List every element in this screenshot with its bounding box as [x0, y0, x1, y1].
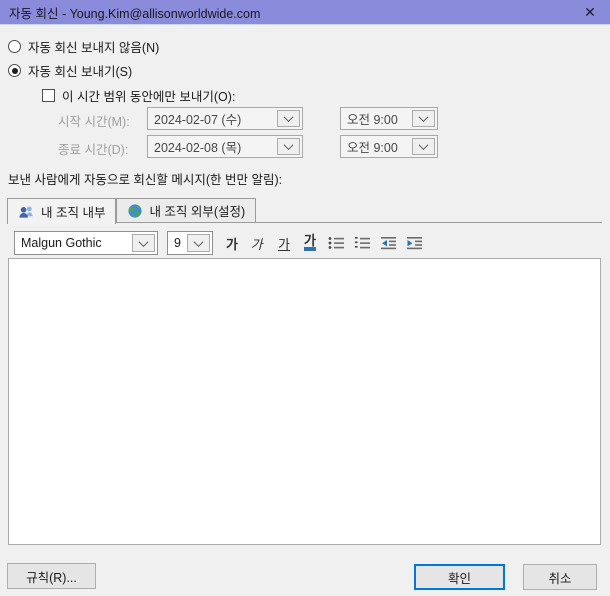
chevron-down-icon[interactable]	[132, 234, 155, 252]
radio-option-no-reply[interactable]: 자동 회신 보내지 않음(N)	[8, 39, 160, 55]
checkbox-time-range-label: 이 시간 범위 동안에만 보내기(O):	[62, 90, 236, 104]
radio-unchecked-icon[interactable]	[8, 40, 21, 53]
start-date-combobox[interactable]: 2024-02-07 (수)	[147, 107, 303, 130]
end-date-combobox[interactable]: 2024-02-08 (목)	[147, 135, 303, 158]
font-name-value: Malgun Gothic	[21, 236, 102, 250]
decrease-indent-button[interactable]	[376, 231, 400, 255]
radio-no-reply-label: 자동 회신 보내지 않음(N)	[28, 41, 160, 55]
chevron-down-icon[interactable]	[412, 138, 435, 155]
format-toolbar: 가 가 가 가	[220, 231, 426, 255]
title-bar[interactable]: 자동 회신 - Young.Kim@allisonworldwide.com ✕	[0, 0, 610, 25]
end-date-value: 2024-02-08 (목)	[154, 141, 242, 155]
font-size-combobox[interactable]: 9	[167, 231, 213, 255]
radio-send-label: 자동 회신 보내기(S)	[28, 65, 133, 79]
radio-option-send-replies[interactable]: 자동 회신 보내기(S)	[8, 63, 133, 79]
chevron-down-icon[interactable]	[412, 110, 435, 127]
increase-indent-icon	[406, 237, 422, 250]
increase-indent-button[interactable]	[402, 231, 426, 255]
font-name-combobox[interactable]: Malgun Gothic	[14, 231, 158, 255]
tab-outside-organization[interactable]: 내 조직 외부(설정)	[116, 198, 257, 223]
close-icon[interactable]: ✕	[574, 0, 606, 25]
checkbox-unchecked-icon[interactable]	[42, 89, 55, 102]
font-color-button[interactable]: 가	[298, 231, 322, 255]
bullet-list-icon	[328, 237, 344, 249]
radio-checked-icon[interactable]	[8, 64, 21, 77]
rules-button[interactable]: 규칙(R)...	[7, 563, 96, 589]
window-title: 자동 회신 - Young.Kim@allisonworldwide.com	[9, 6, 261, 21]
reply-message-textarea[interactable]	[8, 258, 601, 545]
checkbox-time-range[interactable]: 이 시간 범위 동안에만 보내기(O):	[42, 88, 236, 104]
bold-button[interactable]: 가	[220, 231, 244, 255]
underline-button[interactable]: 가	[272, 231, 296, 255]
start-time-label: 시작 시간(M):	[58, 115, 130, 129]
end-time-label: 종료 시간(D):	[58, 143, 129, 157]
tab-label: 내 조직 내부	[41, 206, 106, 220]
end-time-value: 오전 9:00	[347, 141, 398, 155]
italic-button[interactable]: 가	[246, 231, 270, 255]
chevron-down-icon[interactable]	[277, 138, 300, 155]
bullet-list-button[interactable]	[324, 231, 348, 255]
people-icon	[19, 206, 33, 218]
numbered-list-icon	[354, 237, 370, 249]
font-size-value: 9	[174, 236, 181, 250]
numbered-list-button[interactable]	[350, 231, 374, 255]
start-time-value: 오전 9:00	[347, 113, 398, 127]
decrease-indent-icon	[380, 237, 396, 250]
reply-message-label: 보낸 사람에게 자동으로 회신할 메시지(한 번만 알림):	[8, 173, 283, 187]
cancel-button[interactable]: 취소	[523, 564, 597, 590]
automatic-replies-dialog: { "window": { "title": "자동 회신 - Young.Ki…	[0, 0, 610, 596]
globe-icon	[128, 203, 143, 218]
tab-label: 내 조직 외부(설정)	[149, 205, 246, 219]
end-time-combobox[interactable]: 오전 9:00	[340, 135, 438, 158]
tab-strip: 내 조직 내부 내 조직 외부(설정)	[7, 198, 257, 224]
start-date-value: 2024-02-07 (수)	[154, 113, 242, 127]
ok-button[interactable]: 확인	[414, 564, 505, 590]
start-time-combobox[interactable]: 오전 9:00	[340, 107, 438, 130]
tab-inside-organization[interactable]: 내 조직 내부	[7, 198, 117, 224]
chevron-down-icon[interactable]	[187, 234, 210, 252]
chevron-down-icon[interactable]	[277, 110, 300, 127]
